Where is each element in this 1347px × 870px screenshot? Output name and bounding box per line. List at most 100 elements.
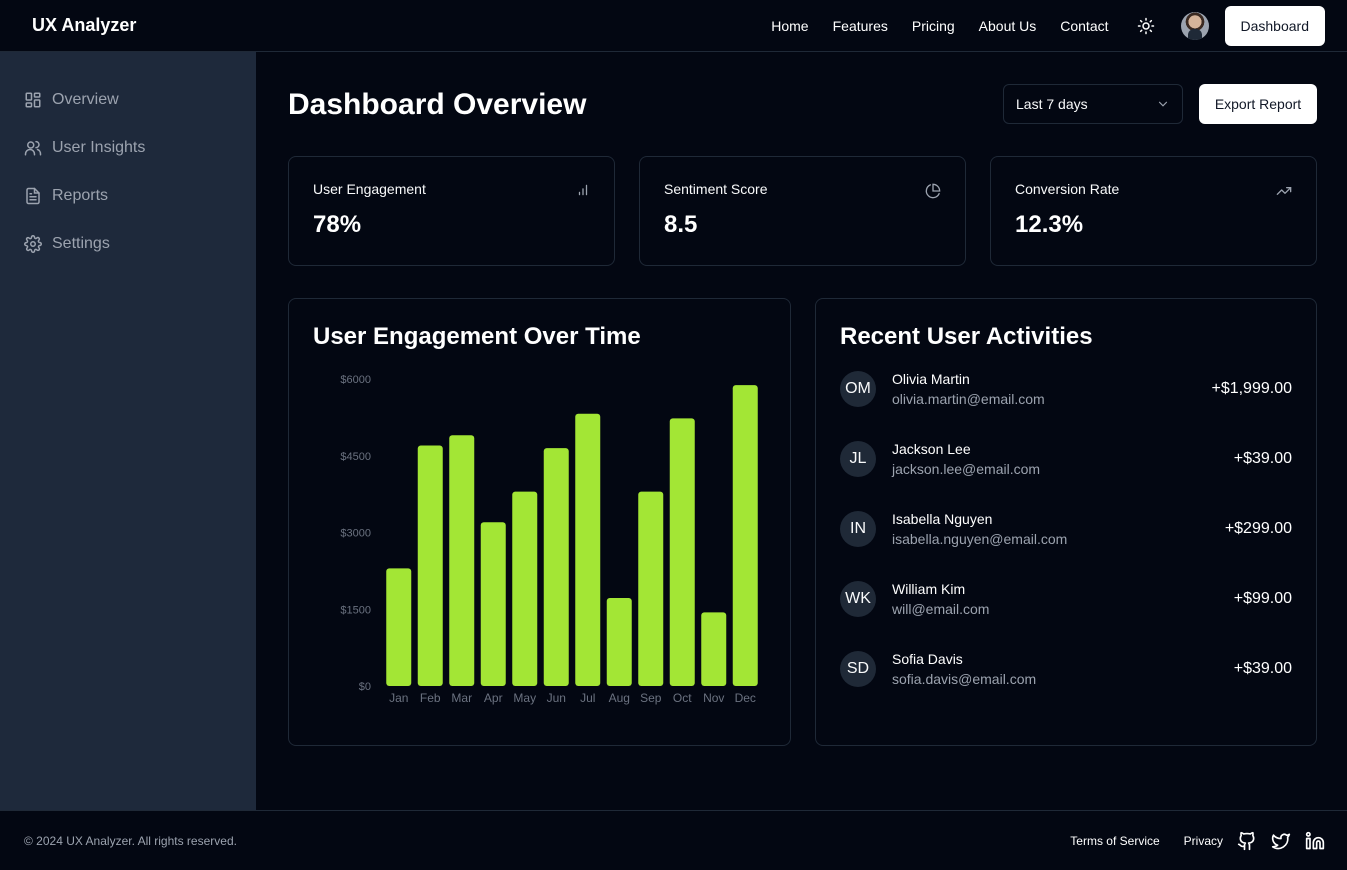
- x-tick-label: Aug: [609, 691, 630, 705]
- chart-bar[interactable]: [480, 522, 506, 686]
- activity-row[interactable]: OM Olivia Martin olivia.martin@email.com…: [840, 369, 1292, 409]
- github-icon[interactable]: [1237, 831, 1257, 851]
- nav-home[interactable]: Home: [771, 18, 808, 34]
- users-icon: [24, 140, 42, 156]
- stat-label: Sentiment Score: [664, 181, 768, 197]
- activity-name: Isabella Nguyen: [892, 511, 993, 527]
- stat-value: 8.5: [664, 211, 698, 238]
- chart-bar[interactable]: [512, 491, 538, 686]
- y-tick-label: $0: [359, 681, 371, 693]
- x-tick-label: Jan: [389, 691, 408, 705]
- x-tick-label: Apr: [484, 691, 503, 705]
- activity-amount: +$39.00: [1233, 660, 1292, 677]
- activity-row[interactable]: JL Jackson Lee jackson.lee@email.com +$3…: [840, 439, 1292, 479]
- avatar: OM: [840, 371, 876, 407]
- x-tick-label: Dec: [735, 691, 756, 705]
- sidebar-item-label: Reports: [52, 187, 109, 204]
- gear-icon: [24, 235, 42, 253]
- activity-email: will@email.com: [892, 601, 990, 617]
- nav-features[interactable]: Features: [833, 18, 888, 34]
- sidebar-item-settings[interactable]: Settings: [0, 220, 256, 268]
- stat-label: User Engagement: [313, 181, 426, 197]
- export-report-button[interactable]: Export Report: [1199, 84, 1317, 124]
- chart-bar[interactable]: [386, 568, 412, 686]
- trending-up-icon: [1276, 187, 1292, 195]
- brand-logo[interactable]: UX Analyzer: [32, 15, 136, 36]
- activity-email: isabella.nguyen@email.com: [892, 531, 1068, 547]
- stat-card-conversion: Conversion Rate 12.3%: [990, 156, 1317, 266]
- x-tick-label: Feb: [420, 691, 441, 705]
- nav-about-us[interactable]: About Us: [979, 18, 1037, 34]
- nav-pricing[interactable]: Pricing: [912, 18, 955, 34]
- stat-card-sentiment: Sentiment Score 8.5: [639, 156, 966, 266]
- activity-email: olivia.martin@email.com: [892, 391, 1045, 407]
- pie-chart-icon: [925, 183, 941, 199]
- dashboard-button[interactable]: Dashboard: [1224, 5, 1325, 46]
- twitter-icon[interactable]: [1271, 831, 1291, 851]
- x-tick-label: Jun: [547, 691, 566, 705]
- stat-value: 78%: [313, 211, 362, 238]
- activity-name: Olivia Martin: [892, 371, 970, 387]
- engagement-bar-chart: $0 $1500 $3000 $4500 $6000 Jan Feb Mar Apr May Jun…: [340, 374, 758, 705]
- stat-value: 12.3%: [1015, 211, 1084, 238]
- terms-link[interactable]: Terms of Service: [1070, 834, 1159, 848]
- chart-bar[interactable]: [543, 448, 569, 686]
- chevron-down-icon: [1158, 101, 1168, 107]
- activities-panel-title: Recent User Activities: [840, 323, 1093, 350]
- activity-name: Sofia Davis: [892, 651, 963, 667]
- sidebar-item-reports[interactable]: Reports: [0, 172, 256, 220]
- sidebar-item-user-insights[interactable]: User Insights: [0, 124, 256, 172]
- activity-row[interactable]: WK William Kim will@email.com +$99.00: [840, 579, 1292, 619]
- chart-bar[interactable]: [638, 491, 664, 686]
- footer: © 2024 UX Analyzer. All rights reserved.…: [0, 810, 1347, 870]
- linkedin-icon[interactable]: [1305, 831, 1325, 851]
- sidebar-item-label: Settings: [52, 235, 110, 252]
- activity-amount: +$1,999.00: [1211, 380, 1292, 397]
- x-tick-label: Sep: [640, 691, 662, 705]
- recent-activities-panel: Recent User Activities OM Olivia Martin …: [815, 298, 1317, 746]
- stat-label: Conversion Rate: [1015, 181, 1120, 197]
- bar-chart-icon: [578, 184, 588, 196]
- page-title: Dashboard Overview: [288, 88, 587, 121]
- sidebar: Overview User Insights Reports Settings: [0, 52, 256, 810]
- y-tick-label: $1500: [340, 604, 371, 616]
- avatar: IN: [840, 511, 876, 547]
- top-navbar: UX Analyzer Home Features Pricing About …: [0, 0, 1347, 52]
- user-avatar[interactable]: [1180, 11, 1209, 40]
- chart-bar[interactable]: [606, 597, 632, 686]
- date-range-select[interactable]: Last 7 days: [1003, 84, 1183, 124]
- copyright-text: © 2024 UX Analyzer. All rights reserved.: [24, 833, 237, 848]
- sun-icon[interactable]: [1135, 15, 1157, 37]
- sidebar-item-label: User Insights: [52, 139, 146, 156]
- activity-email: sofia.davis@email.com: [892, 671, 1037, 687]
- avatar: JL: [840, 441, 876, 477]
- activity-row[interactable]: SD Sofia Davis sofia.davis@email.com +$3…: [840, 649, 1292, 689]
- chart-bar[interactable]: [669, 418, 695, 686]
- avatar: SD: [840, 651, 876, 687]
- x-tick-label: May: [513, 691, 536, 705]
- activity-amount: +$39.00: [1233, 450, 1292, 467]
- chart-bar[interactable]: [732, 385, 758, 686]
- sidebar-item-label: Overview: [52, 91, 119, 108]
- x-tick-label: Mar: [451, 691, 472, 705]
- y-tick-label: $6000: [340, 374, 371, 386]
- sidebar-item-overview[interactable]: Overview: [0, 76, 256, 124]
- y-tick-label: $4500: [340, 451, 371, 463]
- y-tick-label: $3000: [340, 528, 371, 540]
- activity-amount: +$99.00: [1233, 590, 1292, 607]
- x-tick-label: Nov: [703, 691, 724, 705]
- activity-name: Jackson Lee: [892, 441, 971, 457]
- activity-amount: +$299.00: [1224, 520, 1292, 537]
- avatar: WK: [840, 581, 876, 617]
- chart-bar[interactable]: [575, 413, 601, 686]
- chart-bar[interactable]: [701, 612, 727, 686]
- date-range-value: Last 7 days: [1016, 96, 1088, 112]
- activity-email: jackson.lee@email.com: [892, 461, 1041, 477]
- activity-row[interactable]: IN Isabella Nguyen isabella.nguyen@email…: [840, 509, 1292, 549]
- privacy-link[interactable]: Privacy: [1184, 834, 1223, 848]
- engagement-chart-panel: User Engagement Over Time $0 $1500 $3000 $4…: [288, 298, 791, 746]
- chart-bar[interactable]: [449, 435, 475, 686]
- chart-bar[interactable]: [417, 445, 443, 686]
- stat-card-engagement: User Engagement 78%: [288, 156, 615, 266]
- nav-contact[interactable]: Contact: [1060, 18, 1108, 34]
